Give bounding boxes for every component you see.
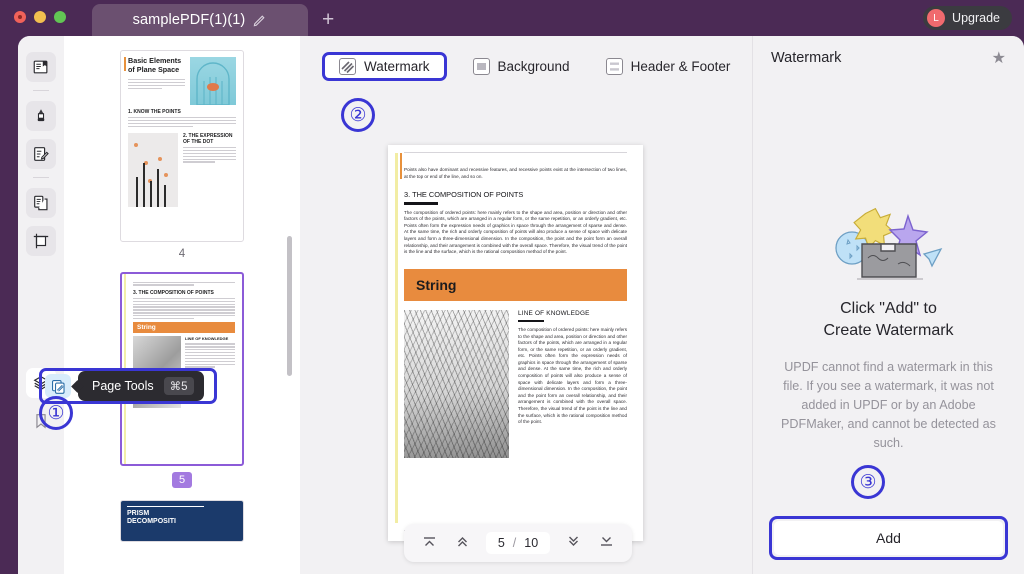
sidebar-item-organize-pages[interactable] [26,188,56,218]
page-separator: / [512,536,517,550]
tab-header-footer[interactable]: Header & Footer [596,53,741,80]
cta-line-2: Create Watermark [823,322,954,339]
next-page-icon[interactable] [562,535,584,551]
thumb-subhead: LINE OF KNOWLEDGE [185,336,229,342]
pencil-icon[interactable] [253,13,267,27]
page-body-text: The composition of ordered points: here … [404,209,627,255]
title-bar: samplePDF(1)(1) + L Upgrade [0,0,1024,36]
sidebar-item-annotate[interactable] [26,101,56,131]
tooltip-label: Page Tools [92,379,154,393]
page-image [404,309,509,458]
add-button-highlight: Add [769,516,1008,560]
page-margin-strip [395,153,398,523]
minimize-window-button[interactable] [34,11,46,23]
tab-watermark[interactable]: Watermark [322,51,447,81]
thumb-section-2: 2. THE EXPRESSION OF THE DOT [183,132,233,145]
app-window: samplePDF(1)(1) + L Upgrade Basic Elemen… [0,0,1024,574]
maximize-window-button[interactable] [54,11,66,23]
thumbnail-page-6[interactable]: PRISM DECOMPOSITI [120,500,244,542]
new-tab-button[interactable]: + [322,9,334,30]
thumb-title-line1: PRISM [127,510,150,518]
background-icon [472,57,490,75]
first-page-icon[interactable] [418,535,440,551]
rail-divider-1 [33,90,49,91]
thumbnail-page-4[interactable]: Basic Elements of Plane Space 1. KNOW TH… [120,50,244,242]
page-tools-icon [51,379,65,394]
page-column-text: The composition of ordered points: here … [518,326,627,425]
cta-line-1: Click "Add" to [840,300,937,317]
last-page-icon[interactable] [596,535,618,551]
empty-state-illustration [834,207,942,280]
header-footer-icon [605,57,623,75]
window-controls[interactable] [14,11,66,23]
highlighter-pen-icon [37,109,45,122]
close-window-button[interactable] [14,11,26,23]
tab-background-label: Background [497,58,570,74]
document-tab-title: samplePDF(1)(1) [132,12,246,28]
accent-bar [400,153,402,179]
thumb-title: Basic Elements of Plane Space [128,56,182,74]
thumb-banner: String [133,322,235,334]
page-navigator: 5 / 10 [404,524,632,562]
watermark-panel: Watermark ★ Click "Add" to Create Waterm… [752,36,1024,574]
tooltip-shortcut: ⌘5 [163,377,194,395]
panel-title: Watermark [771,50,842,66]
panel-header: Watermark ★ [753,36,1024,80]
document-edit-icon [34,147,49,161]
accent-bar [124,57,126,71]
empty-state-description: UPDF cannot find a watermark in this fil… [781,360,996,450]
step-marker-2: ② [341,98,375,132]
page-banner: String [404,268,627,301]
watermark-icon [339,57,356,75]
thumbnail-number-4: 4 [178,248,186,260]
document-page[interactable]: Points also have dominant and recessive … [388,145,643,541]
total-pages-value: 10 [524,536,539,550]
thumbnail-number-5: 5 [172,472,192,488]
page-top-rule [404,152,627,153]
thumb-chart [128,132,178,207]
page-heading: 3. THE COMPOSITION OF POINTS [404,190,524,200]
tab-header-footer-label: Header & Footer [630,58,731,74]
tab-background[interactable]: Background [463,53,580,80]
thumbnail-panel[interactable]: Basic Elements of Plane Space 1. KNOW TH… [64,36,300,574]
thumb-title-line2: DECOMPOSITI [127,518,177,526]
tab-watermark-label: Watermark [364,58,430,74]
page-intro-text: Points also have dominant and recessive … [404,167,627,179]
thumbnail-scrollbar[interactable] [287,236,292,376]
sidebar-item-page-tools[interactable] [45,374,71,398]
page-number-input[interactable]: 5 / 10 [485,532,551,554]
sidebar-item-crop[interactable] [26,226,56,256]
heading-rule [404,202,438,205]
sidebar-item-reader[interactable] [26,52,56,82]
subheading-rule [518,319,544,322]
tool-rail [18,36,64,574]
page-tools-tooltip: Page Tools ⌘5 [71,371,204,401]
step-marker-1: ① [39,396,73,430]
add-watermark-button[interactable]: Add [774,521,1003,555]
sidebar-item-edit-pdf[interactable] [26,139,56,169]
pages-icon [34,195,48,211]
current-page-value: 5 [497,536,505,550]
crop-icon [33,233,49,249]
feature-tabs: Watermark Background Header & Footer [300,46,752,86]
star-icon[interactable]: ★ [992,48,1006,68]
prev-page-icon[interactable] [452,535,474,551]
page-subheading: LINE OF KNOWLEDGE [518,309,590,317]
step-marker-3: ③ [851,465,885,499]
document-tab[interactable]: samplePDF(1)(1) [92,4,308,36]
empty-state-cta: Click "Add" to Create Watermark [753,298,1024,342]
thumb-section: 3. THE COMPOSITION OF POINTS [133,289,214,296]
rail-divider-2 [33,177,49,178]
thumb-image [190,57,236,105]
avatar: L [927,9,946,27]
upgrade-button[interactable]: L Upgrade [923,6,1012,30]
thumb-section: 1. KNOW THE POINTS [128,109,181,115]
upgrade-label: Upgrade [952,11,1000,25]
book-reader-icon [33,60,48,74]
